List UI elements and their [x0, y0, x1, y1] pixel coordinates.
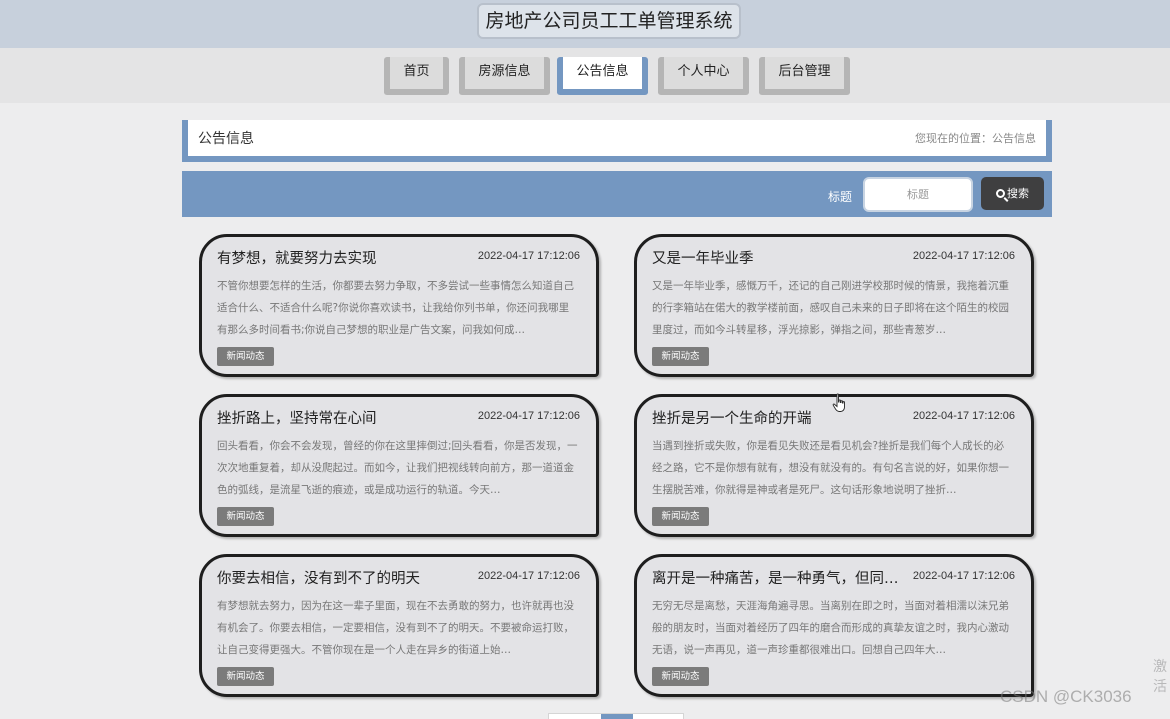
- card-tag: 新闻动态: [652, 347, 709, 366]
- panel-title: 公告信息: [198, 131, 254, 147]
- nav-item-listings[interactable]: 房源信息: [459, 57, 550, 95]
- search-input[interactable]: [863, 177, 973, 212]
- breadcrumb: 您现在的位置：公告信息: [915, 132, 1036, 145]
- card-tag: 新闻动态: [217, 667, 274, 686]
- card-time: 2022-04-17 17:12:06: [477, 250, 580, 262]
- card-title: 离开是一种痛苦，是一种勇气，但同样…: [652, 571, 907, 587]
- card-title: 挫折路上，坚持常在心间: [217, 411, 377, 427]
- card-summary: 不管你想要怎样的生活，你都要去努力争取，不多尝试一些事情怎么知道自己适合什么、不…: [217, 280, 574, 336]
- watermark-side-text: 激活: [1153, 659, 1167, 695]
- card-title: 挫折是另一个生命的开端: [652, 411, 812, 427]
- card-time: 2022-04-17 17:12:06: [477, 410, 580, 422]
- card-title: 你要去相信，没有到不了的明天: [217, 571, 420, 587]
- card-tag: 新闻动态: [652, 507, 709, 526]
- pagination-current-page[interactable]: [601, 714, 633, 719]
- card-tag: 新闻动态: [652, 667, 709, 686]
- announcement-card[interactable]: 挫折路上，坚持常在心间 2022-04-17 17:12:06 回头看看，你会不…: [199, 394, 599, 537]
- card-title: 又是一年毕业季: [652, 251, 754, 267]
- watermark-text: CSDN @CK3036: [1000, 687, 1132, 706]
- nav-item-home[interactable]: 首页: [384, 57, 449, 95]
- main-navbar: 首页 房源信息 公告信息 个人中心 后台管理: [0, 48, 1170, 103]
- search-button-label: 搜索: [1007, 187, 1029, 200]
- card-title: 有梦想，就要努力去实现: [217, 251, 377, 267]
- card-time: 2022-04-17 17:12:06: [912, 410, 1015, 422]
- card-summary: 有梦想就去努力，因为在这一辈子里面，现在不去勇敢的努力，也许就再也没有机会了。你…: [217, 600, 574, 656]
- panel-title-bar: 公告信息 您现在的位置：公告信息: [182, 120, 1052, 162]
- card-summary: 又是一年毕业季，感慨万千，还记的自己刚进学校那时候的情景，我拖着沉重的行李箱站在…: [652, 280, 1009, 336]
- search-bar: 标题 搜索: [182, 171, 1052, 217]
- card-summary: 无穷无尽是离愁，天涯海角遍寻思。当离别在即之时，当面对着相濡以沫兄弟般的朋友时，…: [652, 600, 1009, 656]
- card-time: 2022-04-17 17:12:06: [477, 570, 580, 582]
- pagination: [548, 713, 684, 719]
- card-tag: 新闻动态: [217, 507, 274, 526]
- announcement-card[interactable]: 有梦想，就要努力去实现 2022-04-17 17:12:06 不管你想要怎样的…: [199, 234, 599, 377]
- card-tag: 新闻动态: [217, 347, 274, 366]
- hand-cursor-icon: [832, 393, 845, 412]
- card-summary: 回头看看，你会不会发现，曾经的你在这里摔倒过;回头看看，你是否发现，一次次地重复…: [217, 440, 578, 496]
- announcement-card[interactable]: 又是一年毕业季 2022-04-17 17:12:06 又是一年毕业季，感慨万千…: [634, 234, 1034, 377]
- nav-item-announcements[interactable]: 公告信息: [557, 57, 648, 95]
- nav-item-admin[interactable]: 后台管理: [759, 57, 850, 95]
- card-time: 2022-04-17 17:12:06: [912, 570, 1015, 582]
- search-button[interactable]: 搜索: [981, 177, 1044, 210]
- search-icon: [996, 189, 1005, 198]
- announcement-card[interactable]: 你要去相信，没有到不了的明天 2022-04-17 17:12:06 有梦想就去…: [199, 554, 599, 697]
- site-title: 房地产公司员工工单管理系统: [477, 3, 741, 39]
- announcement-card[interactable]: 离开是一种痛苦，是一种勇气，但同样… 2022-04-17 17:12:06 无…: [634, 554, 1034, 697]
- nav-item-profile[interactable]: 个人中心: [658, 57, 749, 95]
- top-header: 房地产公司员工工单管理系统: [0, 0, 1170, 48]
- card-summary: 当遇到挫折或失败，你是看见失败还是看见机会?挫折是我们每个人成长的必经之路，它不…: [652, 440, 1009, 496]
- card-time: 2022-04-17 17:12:06: [912, 250, 1015, 262]
- search-label: 标题: [828, 190, 853, 204]
- announcement-card[interactable]: 挫折是另一个生命的开端 2022-04-17 17:12:06 当遇到挫折或失败…: [634, 394, 1034, 537]
